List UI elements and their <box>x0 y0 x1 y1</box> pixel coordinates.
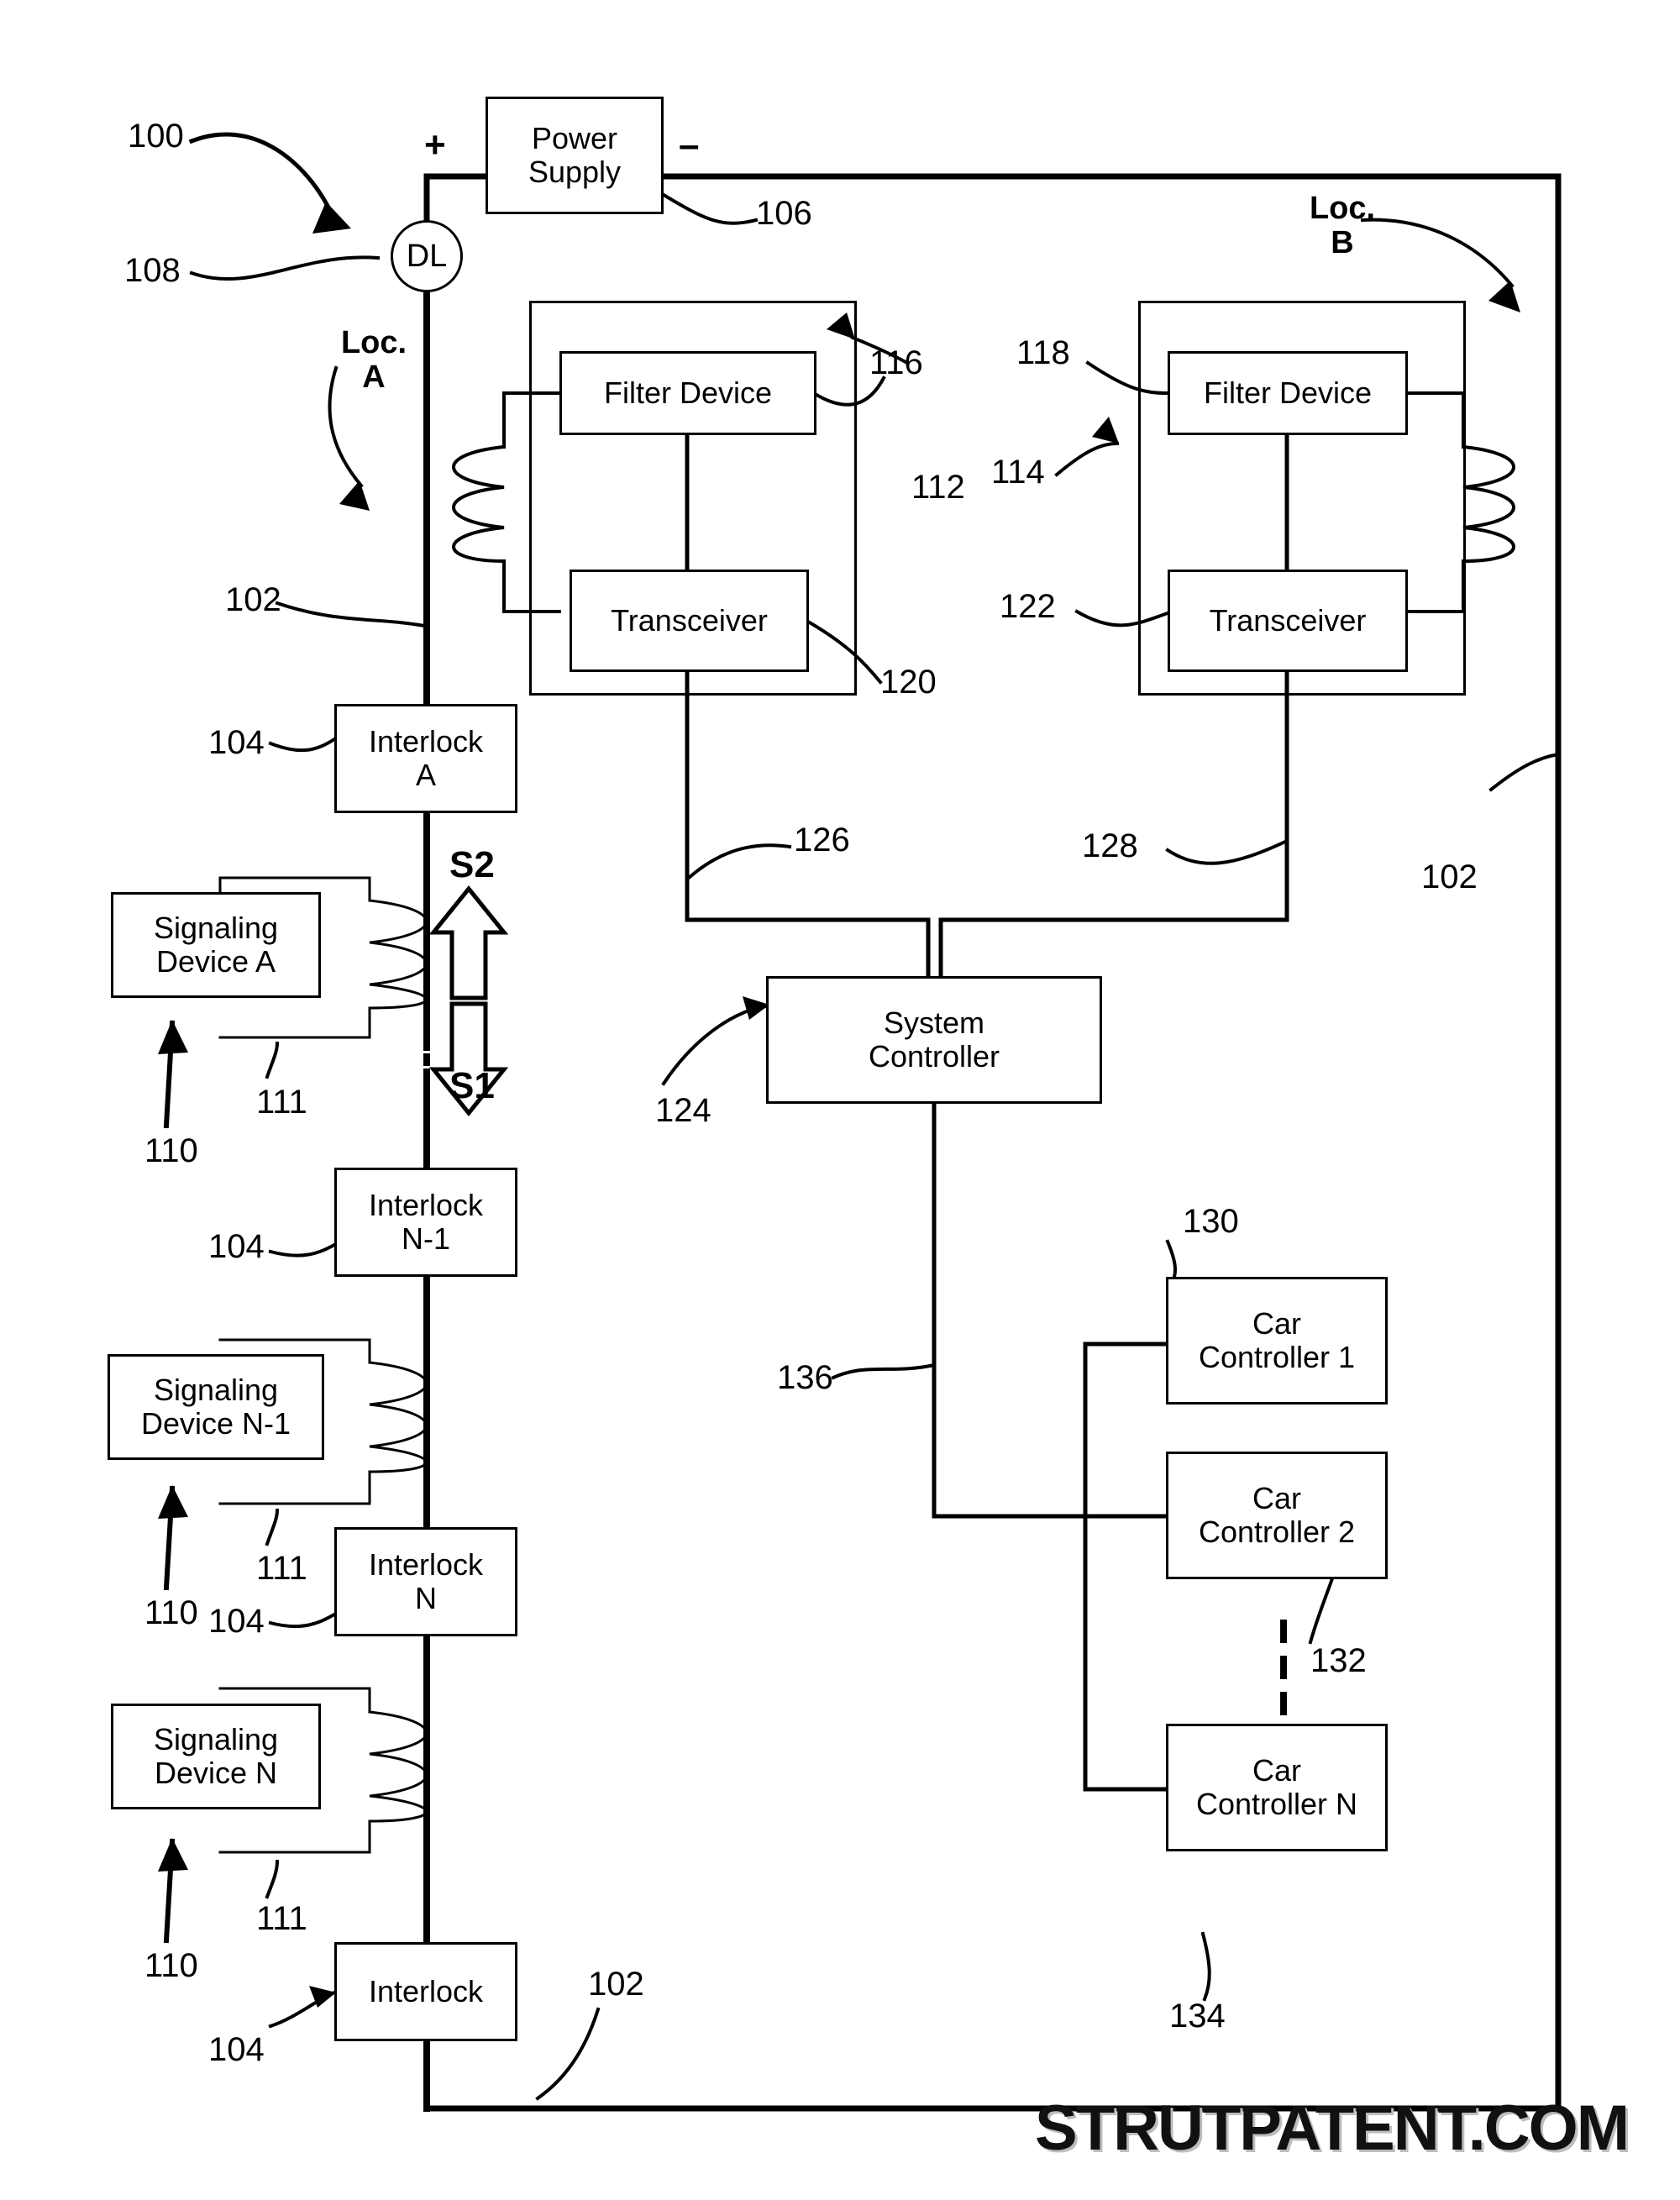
interlock-last-box[interactable]: Interlock <box>334 1942 517 2041</box>
ref-102-bottom: 102 <box>588 1966 644 2003</box>
ref-104-n1: 104 <box>208 1228 265 1265</box>
power-supply-label: Power Supply <box>528 120 622 189</box>
signaling-device-n-box[interactable]: Signaling Device N <box>111 1704 321 1809</box>
ref-114: 114 <box>991 454 1045 491</box>
ref-110-n: 110 <box>144 1947 198 1984</box>
power-supply-box[interactable]: Power Supply <box>486 97 664 214</box>
ref-110-a: 110 <box>144 1132 198 1169</box>
ref-106: 106 <box>756 195 812 232</box>
filter-device-b-label: Filter Device <box>1203 375 1373 410</box>
watermark-text: STRUTPATENT.COM <box>1035 2092 1630 2164</box>
ref-130: 130 <box>1183 1203 1239 1240</box>
car-controller-2-label: Car Controller 2 <box>1198 1480 1356 1549</box>
ref-126: 126 <box>794 822 850 858</box>
ref-134: 134 <box>1169 1998 1226 2035</box>
ref-128: 128 <box>1082 827 1138 864</box>
ref-112: 112 <box>911 469 965 506</box>
interlock-a-label: Interlock A <box>368 723 484 792</box>
ref-108: 108 <box>124 252 181 289</box>
ref-102-top: 102 <box>225 581 281 618</box>
ref-122: 122 <box>1000 588 1056 625</box>
signaling-device-n-label: Signaling Device N <box>153 1721 279 1790</box>
interlock-n-label: Interlock N <box>368 1546 484 1615</box>
dl-node[interactable]: DL <box>391 220 463 292</box>
signaling-device-n1-box[interactable]: Signaling Device N-1 <box>108 1354 324 1460</box>
dl-label: DL <box>406 238 448 274</box>
filter-device-b-box[interactable]: Filter Device <box>1168 351 1408 435</box>
polarity-plus-label: + <box>424 124 446 165</box>
ref-104-last: 104 <box>208 2031 265 2068</box>
signaling-device-a-label: Signaling Device A <box>153 910 279 979</box>
s2-arrow-shape <box>428 885 509 1000</box>
patent-figure: Power Supply DL Filter Device Transceive… <box>0 0 1680 2200</box>
ref-120: 120 <box>880 664 937 701</box>
loc-a-label: Loc. A <box>340 325 407 396</box>
interlock-n-box[interactable]: Interlock N <box>334 1527 517 1636</box>
ref-111-a: 111 <box>256 1084 307 1121</box>
interlock-last-label: Interlock <box>368 1973 484 2008</box>
s2-label: S2 <box>449 844 495 885</box>
car-controller-1-box[interactable]: Car Controller 1 <box>1166 1277 1388 1405</box>
interlock-n1-box[interactable]: Interlock N-1 <box>334 1168 517 1277</box>
filter-device-a-label: Filter Device <box>603 375 773 410</box>
polarity-minus-label: – <box>679 124 700 165</box>
ref-111-n: 111 <box>256 1900 307 1937</box>
s1-label: S1 <box>449 1065 495 1106</box>
ref-116: 116 <box>869 344 923 381</box>
ref-124: 124 <box>655 1092 711 1129</box>
transceiver-a-label: Transceiver <box>611 602 768 638</box>
car-controller-1-label: Car Controller 1 <box>1198 1305 1356 1374</box>
ref-104-n: 104 <box>208 1603 265 1640</box>
transceiver-b-box[interactable]: Transceiver <box>1168 570 1408 672</box>
car-controller-n-label: Car Controller N <box>1195 1752 1358 1821</box>
system-controller-box[interactable]: System Controller <box>766 976 1102 1104</box>
ref-136: 136 <box>777 1359 833 1396</box>
ref-118: 118 <box>1016 334 1070 371</box>
ref-132: 132 <box>1310 1642 1367 1679</box>
transceiver-b-label: Transceiver <box>1209 602 1367 638</box>
filter-device-a-box[interactable]: Filter Device <box>559 351 816 435</box>
car-controller-n-box[interactable]: Car Controller N <box>1166 1724 1388 1851</box>
signaling-device-a-box[interactable]: Signaling Device A <box>111 892 321 998</box>
ref-111-n1: 111 <box>256 1550 307 1587</box>
transceiver-a-box[interactable]: Transceiver <box>570 570 809 672</box>
interlock-a-box[interactable]: Interlock A <box>334 704 517 813</box>
interlock-n1-label: Interlock N-1 <box>368 1187 484 1256</box>
system-controller-label: System Controller <box>868 1005 1000 1074</box>
ref-104-a: 104 <box>208 724 265 761</box>
car-controller-2-box[interactable]: Car Controller 2 <box>1166 1452 1388 1579</box>
ref-100: 100 <box>128 118 184 155</box>
signaling-device-n1-label: Signaling Device N-1 <box>140 1372 291 1441</box>
loc-b-label: Loc. B <box>1309 191 1376 261</box>
ref-102-right: 102 <box>1421 858 1478 895</box>
ref-110-n1: 110 <box>144 1594 198 1631</box>
